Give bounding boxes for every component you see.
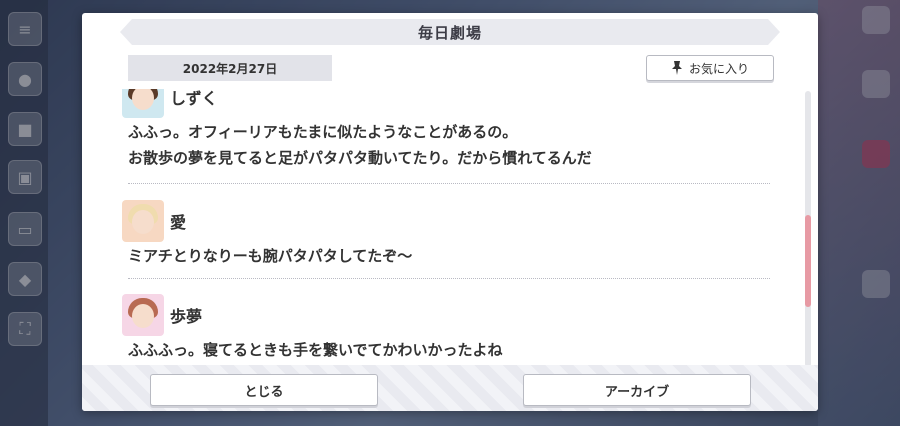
favorite-button[interactable]: お気に入り: [646, 55, 774, 81]
avatar: [122, 89, 164, 118]
avatar: [122, 294, 164, 336]
log-entry: 歩夢 ふふふっ。寝てるときも手を繋いでてかわいかったよね: [122, 293, 770, 363]
favorite-label: お気に入り: [688, 61, 749, 76]
date-label: 2022年2月27日: [128, 55, 332, 81]
scrollbar[interactable]: [805, 91, 811, 367]
speaker-name: 歩夢: [170, 307, 203, 326]
divider: [128, 278, 770, 279]
archive-button[interactable]: アーカイブ: [523, 374, 751, 406]
scrollbar-thumb[interactable]: [805, 215, 811, 307]
dialogue-line: ふふっ。オフィーリアもたまに似たようなことがあるの。: [128, 123, 518, 141]
dialogue-line: ふふふっ。寝てるときも手を繋いでてかわいかったよね: [128, 341, 503, 359]
dialog-title-bar: 毎日劇場: [120, 19, 780, 45]
divider: [128, 183, 770, 184]
dialog-title: 毎日劇場: [417, 23, 482, 42]
pin-icon: [671, 61, 682, 75]
log-entry: 愛 ミアチとりなりーも腕パタパタしてたぞ〜: [122, 199, 770, 269]
avatar: [122, 200, 164, 242]
dialogue-line: ミアチとりなりーも腕パタパタしてたぞ〜: [128, 247, 413, 265]
dialogue-line: お散歩の夢を見てると足がパタパタ動いてたり。だから慣れてるんだ: [128, 149, 592, 167]
daily-theater-dialog: 毎日劇場 2022年2月27日 お気に入り しずく ふふっ。オフィーリアもたまに…: [82, 13, 818, 411]
speaker-name: しずく: [170, 89, 218, 108]
log-entry: しずく ふふっ。オフィーリアもたまに似たようなことがあるの。 お散歩の夢を見てる…: [122, 89, 770, 171]
close-button[interactable]: とじる: [150, 374, 378, 406]
conversation-log[interactable]: しずく ふふっ。オフィーリアもたまに似たようなことがあるの。 お散歩の夢を見てる…: [122, 89, 772, 369]
speaker-name: 愛: [170, 213, 187, 232]
